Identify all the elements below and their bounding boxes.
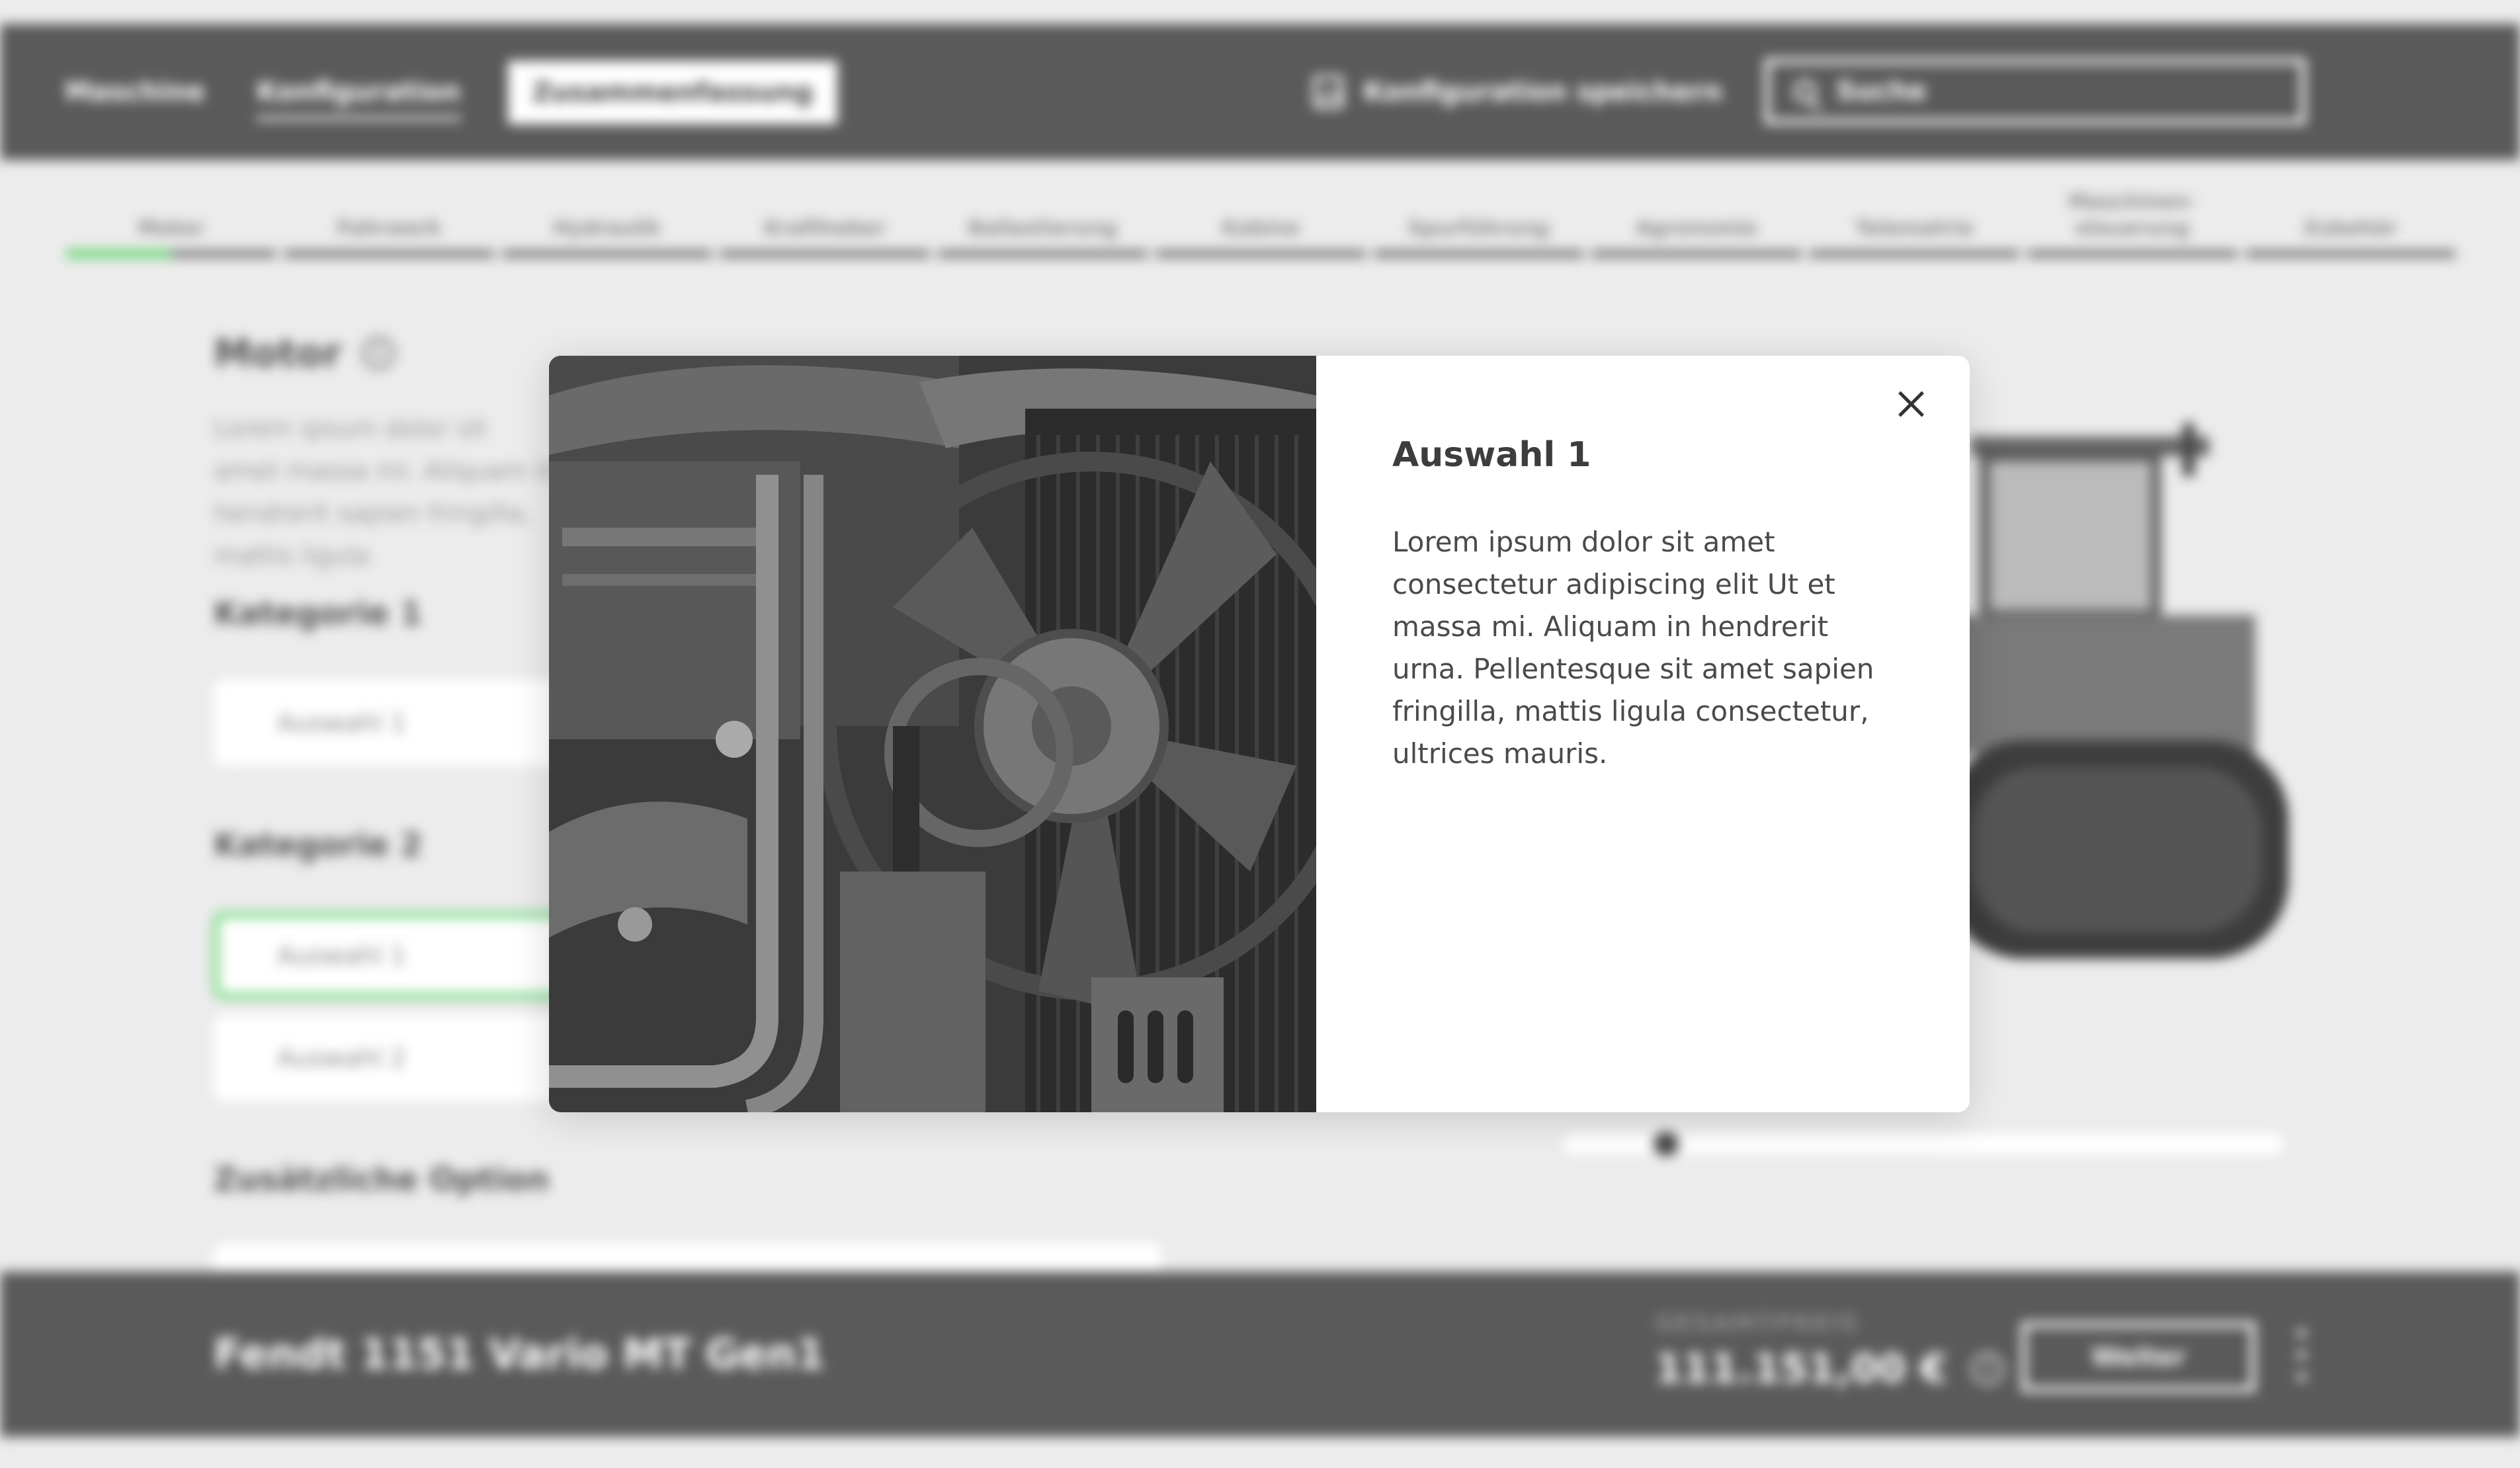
step-label: Hydraulik [553, 217, 661, 240]
step-progress-bar [2027, 250, 2238, 258]
nav-maschine[interactable]: Maschine [65, 24, 205, 160]
more-vertical-icon[interactable] [2295, 1328, 2308, 1381]
total-price-value: 111.151,00 € [1655, 1346, 1948, 1392]
close-icon[interactable] [1892, 384, 1931, 423]
machine-name: Fendt 1151 Vario MT Gen1 [214, 1330, 825, 1378]
step-agronomie[interactable]: Agronomie [1591, 185, 1802, 258]
step-label: Telematrie [1855, 217, 1974, 240]
info-icon[interactable]: i [1971, 1352, 2005, 1385]
step-progress-bar [501, 250, 712, 258]
step-label: Kabine [1222, 217, 1300, 240]
search-icon [1794, 80, 1816, 102]
engine-illustration [549, 356, 1316, 1112]
image-slider-thumb[interactable] [1654, 1132, 1679, 1156]
configuration-steps: Motor Fahrwerk Hydraulik Kraftheber Ball… [66, 185, 2455, 258]
step-progress-bar [720, 250, 930, 258]
engine-photo [549, 356, 1316, 1112]
step-hydraulik[interactable]: Hydraulik [501, 185, 712, 258]
step-label: Ballastierung [968, 217, 1118, 240]
category-2-title: Kategorie 2 [214, 827, 423, 864]
step-progress-bar [1155, 250, 1366, 258]
step-label: Spurführung [1407, 217, 1550, 240]
step-spurfuehrung[interactable]: Spurführung [1373, 185, 1584, 258]
step-maschinensteuerung[interactable]: Maschinen- steuerung [2027, 185, 2238, 258]
step-telematrie[interactable]: Telematrie [1809, 185, 2020, 258]
save-configuration-button[interactable]: Konfiguration speichern [1313, 24, 1722, 160]
save-icon [1313, 75, 1343, 108]
step-label: Zubehör [2303, 217, 2398, 240]
step-label: Kraftheber [764, 217, 886, 240]
step-progress-bar [1373, 250, 1584, 258]
search-input[interactable] [1836, 76, 2233, 106]
step-label: Fahrwerk [337, 217, 442, 240]
next-button[interactable]: Weiter [2021, 1322, 2255, 1392]
save-configuration-label: Konfiguration speichern [1363, 77, 1723, 107]
step-progress-bar [1809, 250, 2020, 258]
section-title-text: Motor [214, 331, 342, 376]
bottom-bar: Fendt 1151 Vario MT Gen1 GESAMTPREIS 111… [0, 1272, 2520, 1437]
nav-konfiguration[interactable]: Konfiguration [257, 24, 461, 160]
step-zubehoer[interactable]: Zubehör [2245, 185, 2455, 258]
category-1-title: Kategorie 1 [214, 595, 423, 632]
step-progress-bar [284, 250, 494, 258]
step-progress-bar [2245, 250, 2455, 258]
section-description: Lorem ipsum dolor sit amet massa mi. Ali… [214, 414, 558, 570]
section-title: Motor i [214, 331, 395, 376]
step-kraftheber[interactable]: Kraftheber [720, 185, 930, 258]
step-label: Maschinen- steuerung [2068, 190, 2197, 240]
step-kabine[interactable]: Kabine [1155, 185, 1366, 258]
total-price-label: GESAMTPREIS [1655, 1310, 1859, 1337]
option-detail-modal: Auswahl 1 Lorem ipsum dolor sit amet con… [549, 356, 1970, 1112]
step-progress-fill [66, 250, 171, 258]
step-motor[interactable]: Motor [66, 185, 276, 258]
top-navigation-bar: Maschine Konfiguration Zusammenfassung K… [0, 24, 2520, 160]
modal-description: Lorem ipsum dolor sit amet consectetur a… [1392, 526, 1874, 770]
search-box[interactable] [1765, 58, 2306, 124]
extra-option-title: Zusätzliche Option [214, 1161, 550, 1198]
tractor-preview-image [1945, 423, 2289, 959]
step-progress-bar [1591, 250, 1802, 258]
step-label: Motor [138, 217, 204, 240]
step-progress-bar [66, 250, 276, 258]
total-price: 111.151,00 € i [1655, 1346, 2005, 1392]
info-icon[interactable]: i [361, 337, 395, 370]
step-label: Agronomie [1635, 217, 1757, 240]
modal-title: Auswahl 1 [1392, 435, 1591, 475]
step-ballastierung[interactable]: Ballastierung [937, 185, 1148, 258]
step-progress-bar [937, 250, 1148, 258]
step-fahrwerk[interactable]: Fahrwerk [284, 185, 494, 258]
nav-zusammenfassung-button[interactable]: Zusammenfassung [508, 61, 837, 124]
